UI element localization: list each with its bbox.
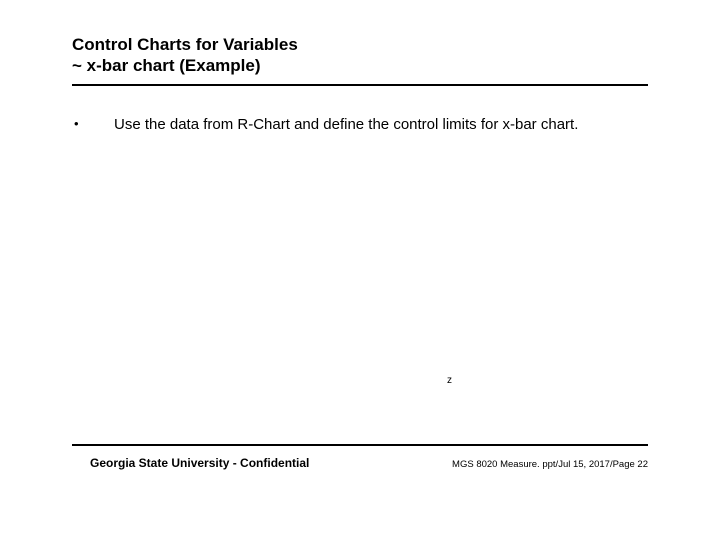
bullet-item: • Use the data from R-Chart and define t… (74, 116, 648, 134)
footer-date: Jul 15, 2017/ (558, 459, 612, 470)
title-line-1: Control Charts for Variables (72, 34, 298, 55)
bullet-marker: • (74, 116, 114, 132)
footer-file: MGS 8020 Measure. ppt/ (452, 459, 558, 470)
title-line-2: ~ x-bar chart (Example) (72, 55, 298, 76)
bullet-text: Use the data from R-Chart and define the… (114, 116, 578, 134)
footer-right: MGS 8020 Measure. ppt/Jul 15, 2017/Page … (452, 459, 648, 470)
z-annotation: z (447, 375, 452, 386)
divider-top (72, 84, 648, 86)
slide-body: • Use the data from R-Chart and define t… (74, 116, 648, 134)
slide: Control Charts for Variables ~ x-bar cha… (0, 0, 720, 540)
divider-bottom (72, 444, 648, 446)
footer-left: Georgia State University - Confidential (90, 456, 309, 470)
footer-page: Page 22 (613, 459, 648, 470)
slide-header: Control Charts for Variables ~ x-bar cha… (72, 34, 298, 77)
